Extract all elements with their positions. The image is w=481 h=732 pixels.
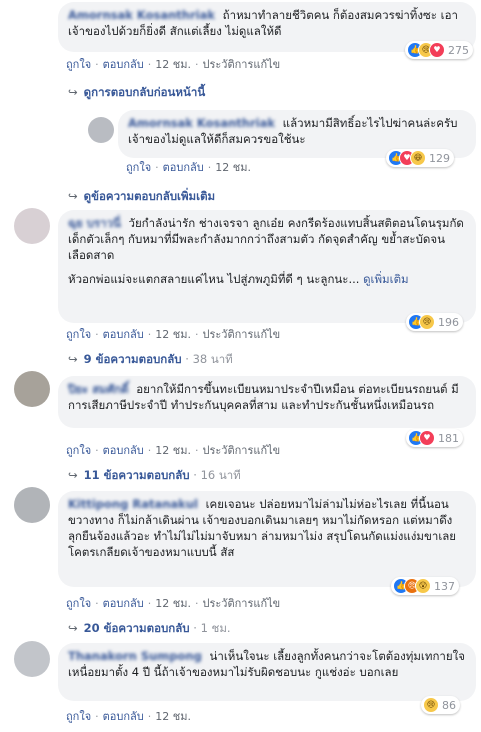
reaction-summary[interactable]: 👍 😢 196 [406,313,463,331]
reaction-count: 275 [448,43,469,57]
view-replies-link[interactable]: ↪ 11 ข้อความตอบกลับ · 16 นาที [68,467,241,485]
comment-actions: ถูกใจ · ตอบกลับ · 12 ชม. [66,710,191,723]
commenter-name[interactable]: Kittipong Ratanakul [68,497,198,511]
reaction-count: 86 [442,698,456,712]
reply-button[interactable]: ตอบกลับ [163,161,204,174]
reaction-count: 137 [434,579,455,593]
reaction-count: 181 [438,431,459,445]
reply-button[interactable]: ตอบกลับ [103,710,144,723]
like-button[interactable]: ถูกใจ [66,710,91,723]
comment-actions: ถูกใจ · ตอบกลับ · 12 ชม. [126,161,251,174]
timestamp[interactable]: 12 ชม. [155,58,191,71]
like-button[interactable]: ถูกใจ [66,328,91,341]
reply-button[interactable]: ตอบกลับ [103,328,144,341]
reply-button[interactable]: ตอบกลับ [103,444,144,457]
avatar[interactable] [14,371,50,407]
timestamp[interactable]: 12 ชม. [215,161,251,174]
avatar[interactable] [14,641,50,677]
haha-reaction-icon: 😆 [410,150,426,166]
sad-reaction-icon: 😢 [419,314,435,330]
comment-text: วัยกำลังน่ารัก ช่างเจรจา ลูกเอ๋ย คงกรีดร… [68,216,464,262]
comment-bubble: ปิยะ สมศักดิ์ อยากให้มีการขึ้นทะเบียนหมา… [58,376,476,428]
view-replies-link[interactable]: ↪ 9 ข้อความตอบกลับ · 38 นาที [68,351,233,369]
reply-arrow-icon: ↪ [68,189,78,203]
comment-actions: ถูกใจ · ตอบกลับ · 12 ชม. · ประวัติการแก้ไข [66,597,281,610]
reply-arrow-icon: ↪ [68,468,78,482]
commenter-name[interactable]: Thanakorn Sumpong [68,649,202,663]
timestamp[interactable]: 12 ชม. [155,710,191,723]
love-reaction-icon: ♥ [429,42,445,58]
comment-bubble: ฉุย บราวนี่ วัยกำลังน่ารัก ช่างเจรจา ลูก… [58,210,476,323]
reaction-summary[interactable]: 👍 ♥ 😆 129 [386,149,454,167]
edit-history-link[interactable]: ประวัติการแก้ไข [202,58,280,71]
reply-button[interactable]: ตอบกลับ [103,58,144,71]
reaction-count: 196 [438,315,459,329]
reaction-summary[interactable]: 👍 😠 😮 137 [391,577,459,595]
more-replies-link[interactable]: ↪ ดูข้อความตอบกลับเพิ่มเติม [68,188,215,206]
reply-arrow-icon: ↪ [68,621,78,635]
comment-actions: ถูกใจ · ตอบกลับ · 12 ชม. · ประวัติการแก้ไข [66,328,281,341]
comment-text-continued: หัวอกพ่อแม่จะแตกสลายแค่ไหน ไปสู่ภพภูมิที… [68,272,360,286]
edit-history-link[interactable]: ประวัติการแก้ไข [202,328,280,341]
like-button[interactable]: ถูกใจ [66,444,91,457]
comment-actions: ถูกใจ · ตอบกลับ · 12 ชม. · ประวัติการแก้ไข [66,444,281,457]
reply-arrow-icon: ↪ [68,85,78,99]
comment-bubble: Kittipong Ratanakul เคยเจอนะ ปล่อยหมาไม่… [58,491,476,587]
timestamp[interactable]: 12 ชม. [155,328,191,341]
commenter-name[interactable]: Amornsak Kosanthriak [68,8,215,22]
reaction-count: 129 [429,151,450,165]
commenter-name[interactable]: Amornsak Kosanthriak [128,116,275,130]
reply-button[interactable]: ตอบกลับ [103,597,144,610]
avatar[interactable] [14,487,50,523]
edit-history-link[interactable]: ประวัติการแก้ไข [202,597,280,610]
commenter-name[interactable]: ปิยะ สมศักดิ์ [68,382,129,396]
sad-reaction-icon: 😢 [423,697,439,713]
edit-history-link[interactable]: ประวัติการแก้ไข [202,444,280,457]
see-more-link[interactable]: ดูเพิ่มเติม [363,272,409,286]
reaction-summary[interactable]: 👍 ♥ 181 [406,429,463,447]
like-button[interactable]: ถูกใจ [66,58,91,71]
show-previous-replies[interactable]: ↪ ดูการตอบกลับก่อนหน้านี้ [68,84,205,102]
comment-bubble: Thanakorn Sumpong น่าเห็นใจนะ เลี้ยงลูกท… [58,643,476,701]
reaction-summary[interactable]: 👍 😢 ♥ 275 [405,41,473,59]
timestamp[interactable]: 12 ชม. [155,597,191,610]
like-button[interactable]: ถูกใจ [66,597,91,610]
like-button[interactable]: ถูกใจ [126,161,151,174]
view-replies-link[interactable]: ↪ 20 ข้อความตอบกลับ · 1 ชม. [68,620,231,638]
timestamp[interactable]: 12 ชม. [155,444,191,457]
avatar[interactable] [88,117,114,143]
wow-reaction-icon: 😮 [415,578,431,594]
love-reaction-icon: ♥ [419,430,435,446]
avatar[interactable] [14,208,50,244]
commenter-name[interactable]: ฉุย บราวนี่ [68,216,121,230]
reaction-summary[interactable]: 😢 86 [421,696,460,714]
reply-arrow-icon: ↪ [68,352,78,366]
comment-actions: ถูกใจ · ตอบกลับ · 12 ชม. · ประวัติการแก้ไข [66,58,281,71]
